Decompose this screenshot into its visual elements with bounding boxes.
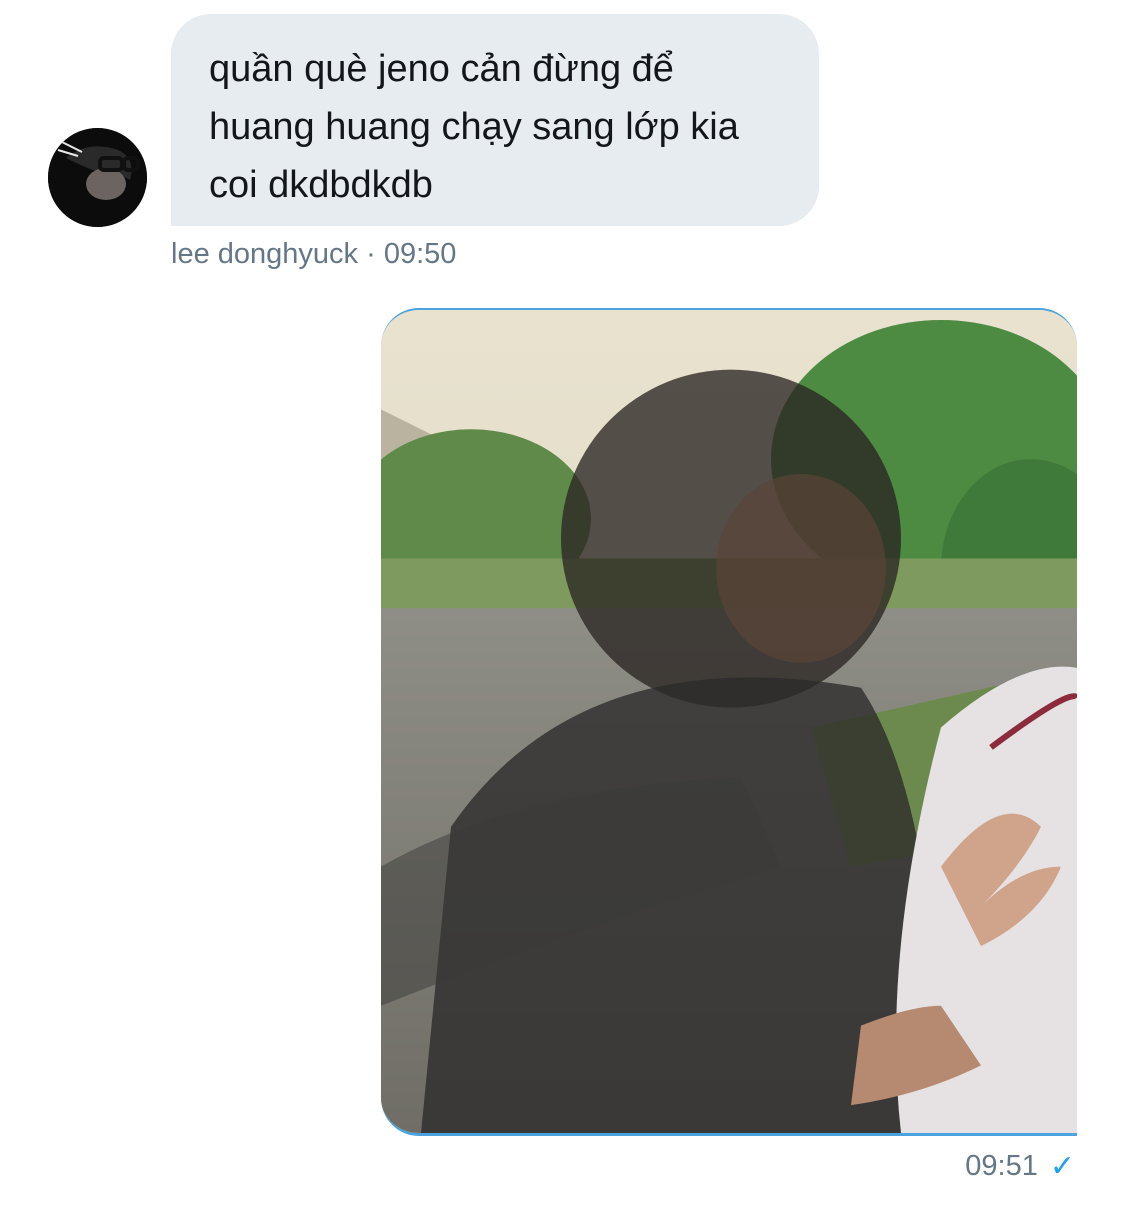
incoming-message-text: quần què jeno cản đừng để huang huang ch… xyxy=(209,48,739,206)
incoming-message-time: 09:50 xyxy=(383,238,457,270)
checkmark-icon: ✓ xyxy=(1049,1149,1075,1183)
outgoing-message-time: 09:51 xyxy=(965,1150,1038,1182)
sender-name: lee donghyuck xyxy=(171,238,359,270)
outgoing-photo-message[interactable] xyxy=(381,308,1077,1136)
avatar-image xyxy=(48,128,147,227)
meta-separator: · xyxy=(366,238,376,270)
incoming-message-bubble[interactable]: quần què jeno cản đừng để huang huang ch… xyxy=(171,14,819,226)
incoming-message-meta: lee donghyuck · 09:50 xyxy=(171,238,456,271)
meme-photo xyxy=(381,310,1077,1133)
sender-avatar[interactable] xyxy=(48,128,147,227)
outgoing-message-meta: 09:51 ✓ xyxy=(965,1150,1075,1183)
